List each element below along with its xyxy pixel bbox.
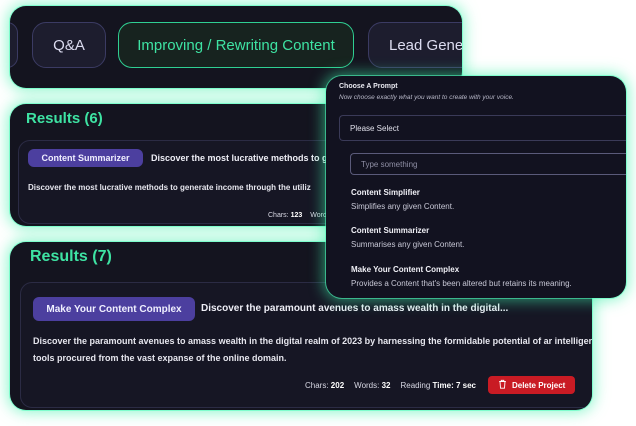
prompt-option-make-content-complex[interactable]: Make Your Content Complex Provides a Con…: [351, 265, 621, 288]
reading-time-stat: Reading Time: 7 sec: [400, 380, 476, 390]
option-description: Simplifies any given Content.: [351, 202, 455, 211]
results-panel-6: Results (6) Content Summarizer Discover …: [10, 104, 360, 226]
option-description: Provides a Content that's been altered b…: [351, 279, 572, 288]
result-body: Discover the paramount avenues to amass …: [33, 336, 592, 363]
prompt-description: Now choose exactly what you want to crea…: [339, 94, 514, 101]
prompt-label: Choose A Prompt: [339, 83, 398, 90]
result-stats: Chars: 202 Words: 32 Reading Time: 7 sec…: [305, 376, 576, 394]
chars-stat: Chars: 202: [305, 380, 345, 390]
result-body: Discover the most lucrative methods to g…: [28, 183, 311, 192]
chars-stat: Chars: 123: [268, 212, 303, 219]
choose-prompt-dropdown: Choose A Prompt Now choose exactly what …: [326, 76, 626, 298]
trash-icon: [498, 379, 507, 391]
words-stat: Words: 32: [354, 380, 391, 390]
prompt-option-content-simplifier[interactable]: Content Simplifier Simplifies any given …: [351, 188, 621, 211]
result-stats: Chars: 123 Word: [268, 212, 327, 219]
option-title: Content Simplifier: [351, 188, 420, 197]
delete-project-button[interactable]: Delete Project: [487, 376, 576, 394]
result-headline: Discover the most lucrative methods to g…: [151, 153, 352, 163]
result-headline: Discover the paramount avenues to amass …: [201, 303, 509, 314]
tab-qa[interactable]: Q&A: [32, 22, 106, 68]
delete-project-label: Delete Project: [511, 380, 566, 390]
prompt-type-badge: Make Your Content Complex: [33, 297, 195, 321]
prompt-select[interactable]: Please Select: [339, 115, 626, 141]
results-title: Results (6): [26, 110, 103, 127]
option-description: Summarises any given Content.: [351, 240, 465, 249]
tab-improving-rewriting-content[interactable]: Improving / Rewriting Content: [118, 22, 354, 68]
option-title: Content Summarizer: [351, 226, 430, 235]
tab-lead-generation[interactable]: Lead Gener: [368, 22, 462, 68]
words-stat: Word: [310, 212, 327, 219]
prompt-option-content-summarizer[interactable]: Content Summarizer Summarises any given …: [351, 226, 621, 249]
tab-previous[interactable]: [10, 22, 18, 68]
prompt-type-badge: Content Summarizer: [28, 149, 143, 167]
results-title: Results (7): [30, 248, 112, 265]
option-title: Make Your Content Complex: [351, 265, 460, 274]
prompt-search-input[interactable]: [350, 153, 626, 175]
